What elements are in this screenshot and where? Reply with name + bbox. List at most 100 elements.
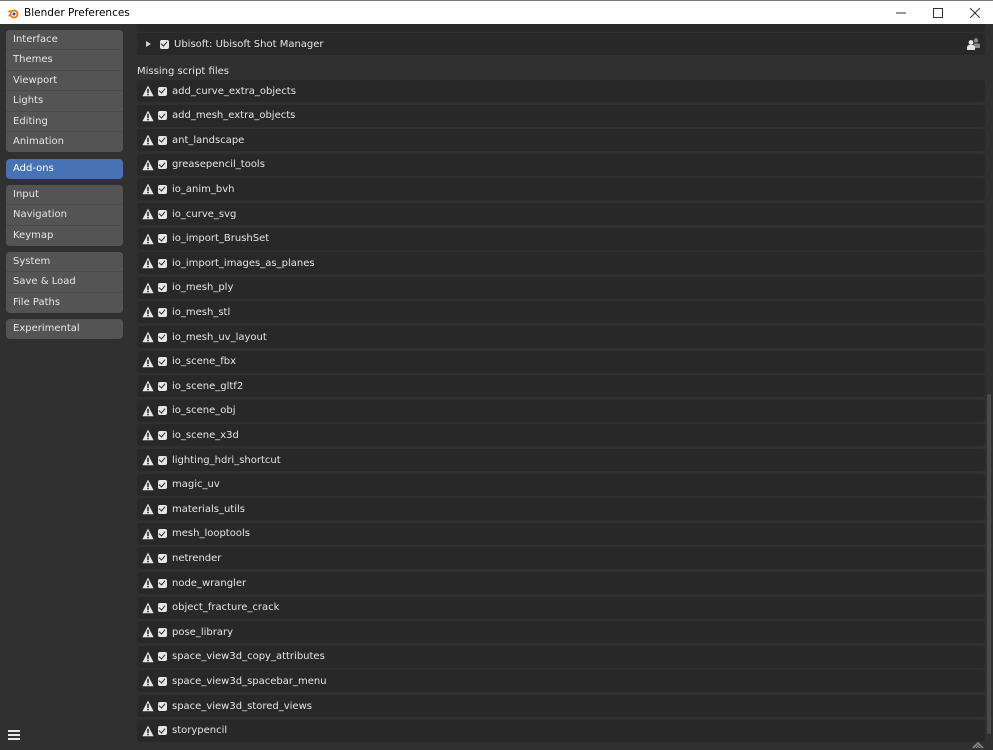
addon-row-ubisoft-shot-manager[interactable]: Ubisoft: Ubisoft Shot Manager xyxy=(137,33,985,55)
sidebar-item-lights[interactable]: Lights xyxy=(6,91,123,112)
addon-enable-checkbox[interactable] xyxy=(158,307,167,317)
missing-addon-row[interactable]: add_mesh_extra_objects xyxy=(137,104,985,127)
addon-enable-checkbox[interactable] xyxy=(158,86,167,96)
addon-label: magic_uv xyxy=(172,479,220,491)
missing-addon-row[interactable]: io_curve_svg xyxy=(137,203,985,225)
hamburger-menu-icon[interactable] xyxy=(8,730,20,740)
missing-addon-row[interactable]: io_mesh_stl xyxy=(137,301,985,324)
missing-addon-row[interactable]: pose_library xyxy=(137,621,985,644)
addon-enable-checkbox[interactable] xyxy=(158,160,167,170)
missing-addon-row[interactable]: io_mesh_ply xyxy=(137,276,985,299)
missing-addon-row[interactable]: space_view3d_spacebar_menu xyxy=(137,670,985,693)
missing-addon-row[interactable]: add_curve_extra_objects xyxy=(137,80,985,102)
addon-enable-checkbox[interactable] xyxy=(158,603,167,613)
addon-label: netrender xyxy=(172,552,222,564)
sidebar-item-experimental[interactable]: Experimental xyxy=(6,319,123,340)
addon-enable-checkbox[interactable] xyxy=(158,184,167,194)
missing-addon-row[interactable]: mesh_looptools xyxy=(137,522,985,545)
addon-label: greasepencil_tools xyxy=(172,159,265,171)
sidebar-item-navigation[interactable]: Navigation xyxy=(6,205,123,226)
preferences-sidebar: Interface Themes Viewport Lights Editing… xyxy=(0,24,130,750)
sidebar-item-save-load[interactable]: Save & Load xyxy=(6,272,123,293)
sidebar-item-keymap[interactable]: Keymap xyxy=(6,225,123,247)
expand-triangle-icon[interactable] xyxy=(146,41,151,47)
nav-group-display: Interface Themes Viewport Lights Editing… xyxy=(6,30,123,153)
missing-addon-row[interactable]: space_view3d_stored_views xyxy=(137,695,985,717)
addon-enable-checkbox[interactable] xyxy=(158,135,167,145)
addon-label: io_scene_x3d xyxy=(172,429,239,441)
close-button[interactable] xyxy=(956,1,993,24)
addon-enable-checkbox[interactable] xyxy=(158,529,167,539)
addon-enable-checkbox[interactable] xyxy=(158,209,167,219)
addon-enable-checkbox[interactable] xyxy=(158,553,167,563)
addon-enable-checkbox[interactable] xyxy=(160,39,169,49)
addon-label: ant_landscape xyxy=(172,134,245,146)
sidebar-item-interface[interactable]: Interface xyxy=(6,30,123,51)
missing-addon-row[interactable]: io_import_images_as_planes xyxy=(137,252,985,275)
sidebar-item-viewport[interactable]: Viewport xyxy=(6,70,123,92)
addon-enable-checkbox[interactable] xyxy=(158,430,167,440)
addon-enable-checkbox[interactable] xyxy=(158,258,167,268)
missing-addon-row[interactable]: node_wrangler xyxy=(137,572,985,594)
addon-enable-checkbox[interactable] xyxy=(158,406,167,416)
addon-enable-checkbox[interactable] xyxy=(158,578,167,588)
warning-icon xyxy=(142,233,154,245)
missing-addon-row[interactable]: ant_landscape xyxy=(137,129,985,152)
missing-addon-row[interactable]: io_scene_x3d xyxy=(137,424,985,447)
warning-icon xyxy=(142,85,154,97)
addon-enable-checkbox[interactable] xyxy=(158,676,167,686)
addon-enable-checkbox[interactable] xyxy=(158,283,167,293)
addon-enable-checkbox[interactable] xyxy=(158,504,167,514)
addon-label: io_mesh_ply xyxy=(172,282,234,294)
missing-addon-row[interactable]: object_fracture_crack xyxy=(137,596,985,619)
missing-addon-row[interactable]: io_scene_gltf2 xyxy=(137,375,985,398)
addon-enable-checkbox[interactable] xyxy=(158,357,167,367)
sidebar-item-animation[interactable]: Animation xyxy=(6,131,123,153)
warning-icon xyxy=(142,577,154,589)
missing-addon-row[interactable]: greasepencil_tools xyxy=(137,153,985,176)
missing-addon-row[interactable]: io_mesh_uv_layout xyxy=(137,326,985,348)
missing-addon-row[interactable]: io_anim_bvh xyxy=(137,178,985,201)
sidebar-item-add-ons[interactable]: Add-ons xyxy=(6,159,123,180)
scroll-to-top-icon[interactable] xyxy=(971,741,985,749)
vertical-scrollbar[interactable] xyxy=(987,394,991,734)
addon-enable-checkbox[interactable] xyxy=(158,480,167,490)
addon-row-partial xyxy=(137,24,985,32)
addon-label: node_wrangler xyxy=(172,577,247,589)
minimize-button[interactable] xyxy=(882,1,919,24)
addon-enable-checkbox[interactable] xyxy=(158,111,167,121)
addon-label: space_view3d_stored_views xyxy=(172,700,312,712)
addon-enable-checkbox[interactable] xyxy=(158,726,167,736)
missing-addon-row[interactable]: space_view3d_copy_attributes xyxy=(137,645,985,668)
warning-icon xyxy=(142,331,154,343)
warning-icon xyxy=(142,405,154,417)
missing-addon-row[interactable]: magic_uv xyxy=(137,473,985,496)
sidebar-item-themes[interactable]: Themes xyxy=(6,50,123,71)
addon-enable-checkbox[interactable] xyxy=(158,234,167,244)
warning-icon xyxy=(142,700,154,712)
missing-addon-row[interactable]: io_import_BrushSet xyxy=(137,227,985,250)
warning-icon xyxy=(142,159,154,171)
addon-enable-checkbox[interactable] xyxy=(158,701,167,711)
maximize-button[interactable] xyxy=(919,1,956,24)
window-titlebar: Blender Preferences xyxy=(0,0,993,24)
warning-icon xyxy=(142,651,154,663)
sidebar-item-file-paths[interactable]: File Paths xyxy=(6,292,123,314)
missing-addon-row[interactable]: io_scene_obj xyxy=(137,399,985,422)
blender-logo-icon xyxy=(6,6,20,20)
missing-addon-row[interactable]: netrender xyxy=(137,547,985,570)
sidebar-item-editing[interactable]: Editing xyxy=(6,111,123,132)
addon-enable-checkbox[interactable] xyxy=(158,652,167,662)
sidebar-item-system[interactable]: System xyxy=(6,252,123,273)
addon-label: io_import_BrushSet xyxy=(172,233,270,245)
warning-icon xyxy=(142,110,154,122)
sidebar-item-input[interactable]: Input xyxy=(6,185,123,206)
addon-enable-checkbox[interactable] xyxy=(158,455,167,465)
missing-addon-row[interactable]: lighting_hdri_shortcut xyxy=(137,449,985,471)
addon-enable-checkbox[interactable] xyxy=(158,381,167,391)
missing-addon-row[interactable]: materials_utils xyxy=(137,498,985,521)
missing-addon-row[interactable]: io_scene_fbx xyxy=(137,350,985,373)
missing-addon-row[interactable]: storypencil xyxy=(137,719,985,742)
addon-enable-checkbox[interactable] xyxy=(158,332,167,342)
addon-enable-checkbox[interactable] xyxy=(158,627,167,637)
